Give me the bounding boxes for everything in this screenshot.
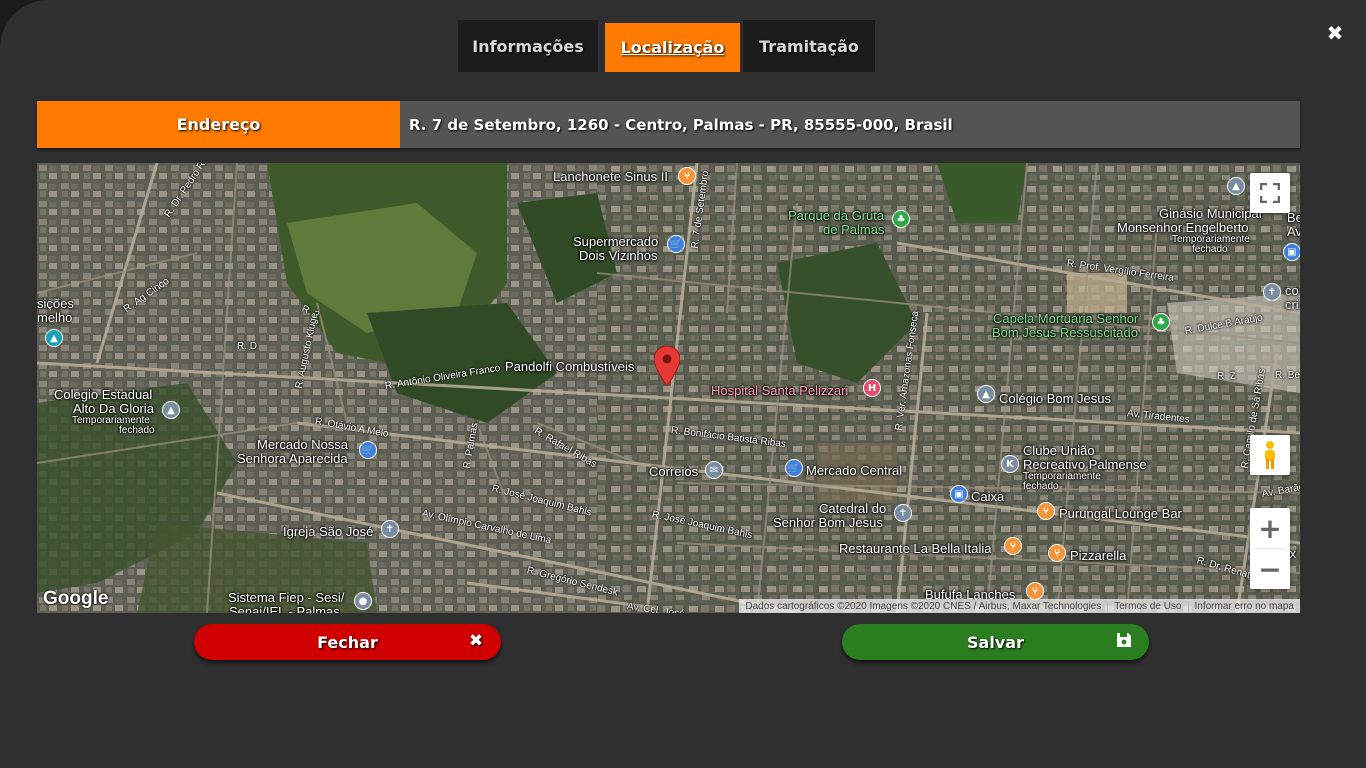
map-pin-icon[interactable]: ● xyxy=(354,592,372,610)
place-label: Sistema Fiep - Sesi/ xyxy=(228,590,345,605)
save-button-label: Salvar xyxy=(967,632,1024,652)
place-label: Restaurante La Bella Italia xyxy=(839,541,992,556)
bank-icon[interactable]: ▣ xyxy=(950,485,968,503)
cross-icon[interactable]: ✝ xyxy=(381,520,399,538)
save-button[interactable]: Salvar xyxy=(842,624,1149,660)
place-label: fechado xyxy=(1023,481,1059,492)
place-label: Igreja São José xyxy=(283,524,374,539)
map-pin-icon[interactable] xyxy=(654,346,680,386)
close-button[interactable]: Fechar ✖ xyxy=(194,624,501,660)
place-label: Senai/IEL - Palmas xyxy=(229,604,340,613)
terms-link[interactable]: Termos de Uso xyxy=(1107,600,1187,612)
place-label: co xyxy=(1285,283,1299,298)
place-label: Catedral do xyxy=(819,501,887,516)
report-error-link[interactable]: Informar erro no mapa xyxy=(1187,600,1301,612)
sports-icon[interactable]: K xyxy=(1001,455,1019,473)
map-view[interactable]: R. Dr. Pedro Ribas R. 7 de Setembro R. P… xyxy=(37,163,1300,613)
map-attribution: Dados cartográficos ©2020 Imagens ©2020 … xyxy=(739,599,1300,613)
place-label: Hospital Santa Pelizzari xyxy=(711,383,849,398)
cross-icon[interactable]: ✝ xyxy=(1263,283,1281,301)
fork-knife-icon[interactable]: ⑂ xyxy=(1004,537,1022,555)
mail-icon[interactable]: ✉ xyxy=(705,461,723,479)
place-label: Senhora Aparecida xyxy=(237,451,348,466)
fork-knife-icon[interactable]: ⑂ xyxy=(1048,544,1066,562)
google-logo: Google xyxy=(43,588,109,609)
location-modal: ✖ Informações Localização Tramitação End… xyxy=(0,0,1366,768)
place-label: Monsenhor Engelberto xyxy=(1117,220,1249,235)
place-label: Colegio Estadual xyxy=(54,387,153,402)
attribution-data: Dados cartográficos ©2020 Imagens ©2020 … xyxy=(745,600,1102,612)
place-label: Caixa xyxy=(971,489,1005,504)
place-label: Bella xyxy=(1287,210,1300,225)
fork-knife-icon[interactable]: ⑂ xyxy=(1037,502,1055,520)
road-label: R. Be xyxy=(1275,370,1300,381)
road-label: R. Z xyxy=(1217,371,1236,382)
place-label: Correios xyxy=(649,464,699,479)
road-label: R. D xyxy=(237,341,257,352)
shopping-cart-icon[interactable]: 🛒 xyxy=(785,459,803,477)
place-label: Recreativo Palmense xyxy=(1023,457,1147,472)
place-label: Ginásio Municipal xyxy=(1159,206,1262,221)
address-row: Endereço R. 7 de Setembro, 1260 - Centro… xyxy=(37,101,1300,148)
place-label: de Palmas xyxy=(823,222,885,237)
graduation-cap-icon[interactable]: ▲ xyxy=(977,385,995,403)
tab-informacoes[interactable]: Informações xyxy=(458,20,598,72)
place-label: Purungal Lounge Bar xyxy=(1059,506,1182,521)
close-icon: ✖ xyxy=(468,631,484,651)
place-label: melho xyxy=(37,310,73,325)
zoom-in-button[interactable]: + xyxy=(1250,508,1290,548)
zoom-out-button[interactable]: − xyxy=(1250,549,1290,589)
place-label: Pandolfi Combustíveis xyxy=(505,359,635,374)
tab-bar: Informações Localização Tramitação xyxy=(0,20,1366,72)
place-label: Parque da Gruta xyxy=(788,208,885,223)
close-button-label: Fechar xyxy=(317,632,378,652)
place-label: fechado xyxy=(1192,244,1228,255)
shopping-cart-icon[interactable]: 🛒 xyxy=(359,441,377,459)
tree-icon[interactable]: ♣ xyxy=(1152,313,1170,331)
building-icon[interactable]: ▲ xyxy=(45,329,63,347)
place-label: Lanchonete Sinus II xyxy=(553,169,668,184)
fork-knife-icon[interactable]: ⑂ xyxy=(678,167,696,185)
address-label: Endereço xyxy=(37,101,400,148)
place-label: Capela Mortuária Senhor xyxy=(993,311,1139,326)
tab-localizacao[interactable]: Localização xyxy=(605,23,740,72)
street-view-pegman-icon[interactable] xyxy=(1250,435,1290,475)
place-label: Aviam xyxy=(1287,224,1300,239)
graduation-cap-icon[interactable]: ▲ xyxy=(1227,177,1245,195)
shopping-cart-icon[interactable]: 🛒 xyxy=(667,235,685,253)
place-label: Clube União xyxy=(1023,443,1095,458)
place-label: Bom Jesus Ressuscitado xyxy=(992,325,1138,340)
place-label: Colégio Bom Jesus xyxy=(999,391,1111,406)
place-label: Senhor Bom Jesus xyxy=(773,515,883,530)
tab-tramitacao[interactable]: Tramitação xyxy=(743,20,875,72)
floppy-disk-icon xyxy=(1115,632,1133,650)
hospital-icon[interactable]: H xyxy=(863,379,881,397)
place-label: Mercado Central xyxy=(806,463,903,478)
satellite-imagery xyxy=(37,163,1300,613)
place-label: Alto Da Gloria xyxy=(73,401,154,416)
zoom-controls: + − xyxy=(1250,508,1290,589)
shopping-bag-icon[interactable]: ▣ xyxy=(1283,243,1300,261)
fullscreen-icon[interactable] xyxy=(1250,173,1290,213)
cross-icon[interactable]: ✝ xyxy=(894,504,912,522)
fork-knife-icon[interactable]: ⑂ xyxy=(1026,582,1044,600)
place-label: Supermercado xyxy=(573,234,659,249)
place-label: fechado xyxy=(119,425,155,436)
address-value: R. 7 de Setembro, 1260 - Centro, Palmas … xyxy=(409,115,953,134)
graduation-cap-icon[interactable]: ▲ xyxy=(162,401,180,419)
place-label: Pizzarella xyxy=(1070,548,1127,563)
tree-icon[interactable]: ♣ xyxy=(892,210,910,228)
place-label: cri xyxy=(1285,297,1299,312)
place-label: sições xyxy=(37,296,74,311)
place-label: Mercado Nossa xyxy=(257,437,349,452)
place-label: Dois Vizinhos xyxy=(579,248,658,263)
